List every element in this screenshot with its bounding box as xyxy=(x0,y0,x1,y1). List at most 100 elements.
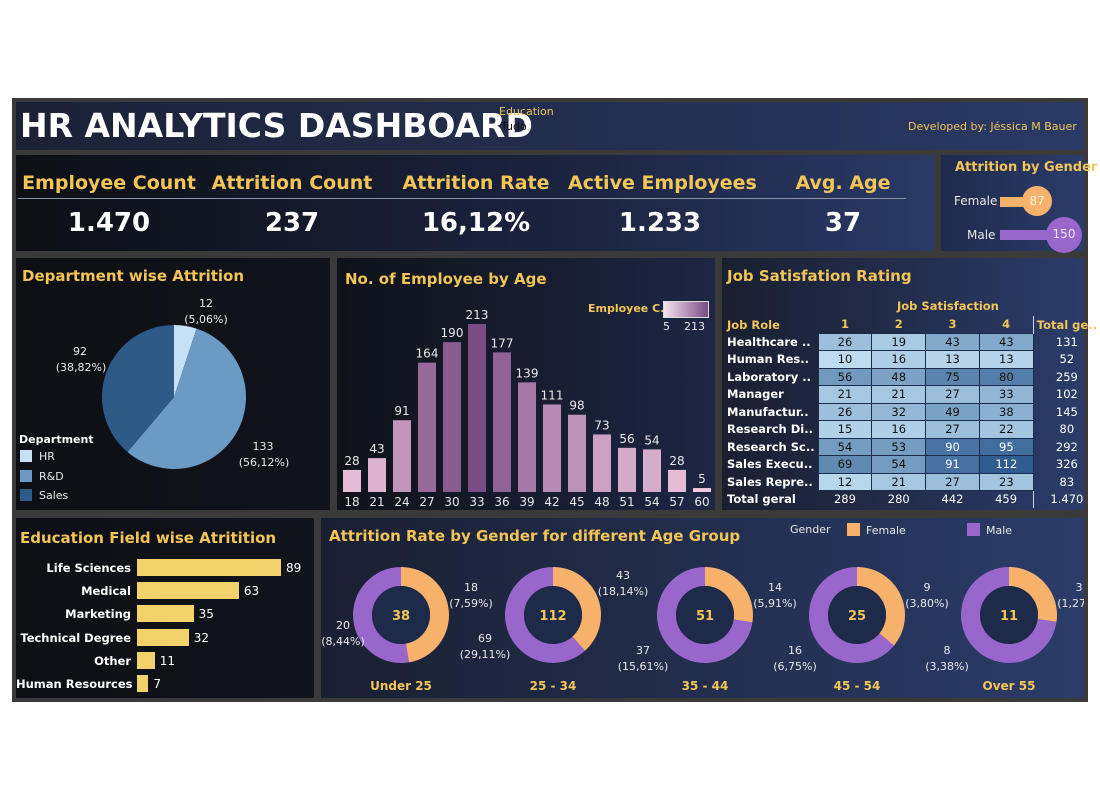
education-bar-value: 7 xyxy=(153,677,161,691)
female-pct: (18,14%) xyxy=(598,585,649,598)
satisfaction-cell: 32 xyxy=(871,402,927,421)
column-total-cell: 442 xyxy=(941,492,964,507)
satisfaction-cell: 48 xyxy=(871,367,927,386)
age-bar-chart: 28 18 43 21 91 24 164 27 190 30 213 33 177 36 139 39 111… xyxy=(343,308,711,509)
satisfaction-cell: 38 xyxy=(978,402,1034,421)
age-group-label: 45 - 54 xyxy=(834,679,881,693)
age-tick-label: 42 xyxy=(544,495,559,509)
job-satisfaction-title: Job Satisfation Rating xyxy=(727,267,912,285)
age-bar xyxy=(543,404,561,492)
satisfaction-cell: 21 xyxy=(871,385,927,404)
kpi-attrition-rate-label: Attrition Rate xyxy=(402,172,550,194)
male-pct: (29,11%) xyxy=(460,648,511,661)
job-role-cell: Sales Repre.. xyxy=(727,474,813,489)
male-pct: (6,75%) xyxy=(773,660,817,673)
male-value: 20 xyxy=(336,619,350,632)
age-bar-value: 177 xyxy=(491,336,514,350)
age-bar-value: 56 xyxy=(619,432,634,446)
row-total-cell: 102 xyxy=(1032,385,1100,403)
donut-total: 38 xyxy=(392,609,410,624)
kpi-employee-count-value: 1.470 xyxy=(67,208,151,238)
kpi-active-employees-value: 1.233 xyxy=(618,208,702,238)
satisfaction-cell: 16 xyxy=(871,350,927,369)
age-group-label: 25 - 34 xyxy=(530,679,577,693)
satisfaction-cell: 53 xyxy=(871,437,927,456)
male-pct: (3,38%) xyxy=(925,660,969,673)
age-bar-value: 43 xyxy=(369,442,384,456)
satisfaction-cell: 19 xyxy=(871,332,927,351)
job-role-cell: Research Sc.. xyxy=(727,439,815,454)
job-role-cell: Laboratory .. xyxy=(727,369,811,384)
dept-hr-value: 12 xyxy=(199,297,213,310)
job-satisfaction-table: Job Role 1 2 3 4 Total ge.. Healthcare .… xyxy=(724,316,1100,508)
satisfaction-cell: 12 xyxy=(817,472,873,491)
age-bar xyxy=(693,488,711,492)
age-tick-label: 57 xyxy=(669,495,684,509)
female-pct: (1,27%) xyxy=(1057,597,1084,610)
satisfaction-cell: 27 xyxy=(925,385,980,404)
table-row: Healthcare .. 26 19 43 43 131 xyxy=(724,332,1100,351)
table-row: Manufactur.. 26 32 49 38 145 xyxy=(724,402,1100,421)
satisfaction-cell: 21 xyxy=(871,472,927,491)
age-bar-value: 28 xyxy=(669,454,684,468)
job-role-cell: Manager xyxy=(727,387,784,402)
age-tick-label: 39 xyxy=(519,495,534,509)
total-label: Total geral xyxy=(727,492,796,506)
kpi-divider xyxy=(18,198,906,199)
satisfaction-cell: 26 xyxy=(817,402,873,421)
kpi-attrition-count-value: 237 xyxy=(264,208,320,238)
education-filter-value[interactable]: Tudo xyxy=(501,120,527,133)
female-value: 9 xyxy=(924,581,931,594)
satisfaction-cell: 13 xyxy=(925,350,980,369)
male-value: 69 xyxy=(478,632,492,645)
col-2: 2 xyxy=(894,317,903,332)
satisfaction-cell: 54 xyxy=(871,455,927,474)
education-bar-label: Technical Degree xyxy=(20,630,131,645)
table-row: Sales Execu.. 69 54 91 112 326 xyxy=(724,455,1100,474)
education-bar-label: Human Resources xyxy=(16,677,133,691)
dept-rnd-value: 133 xyxy=(252,440,274,453)
job-role-cell: Human Res.. xyxy=(727,352,809,367)
age-tick-label: 60 xyxy=(694,495,709,509)
education-bar-label: Other xyxy=(94,653,131,668)
table-row: Human Res.. 10 16 13 13 52 xyxy=(724,350,1100,369)
satisfaction-cell: 13 xyxy=(978,350,1034,369)
job-role-cell: Manufactur.. xyxy=(727,404,809,419)
col-total: Total ge.. xyxy=(1032,316,1100,333)
satisfaction-cell: 56 xyxy=(817,367,873,386)
age-bar xyxy=(518,382,536,492)
female-pct: (7,59%) xyxy=(449,597,493,610)
age-tick-label: 21 xyxy=(369,495,384,509)
age-bar-value: 98 xyxy=(569,399,584,413)
satisfaction-cell: 91 xyxy=(925,455,980,474)
table-row: Research Sc.. 54 53 90 95 292 xyxy=(724,437,1100,456)
male-pct: (15,61%) xyxy=(618,660,669,673)
female-value: 14 xyxy=(768,581,782,594)
education-bar-value: 35 xyxy=(198,607,214,622)
age-bar-value: 73 xyxy=(594,418,609,432)
col-4: 4 xyxy=(1002,317,1011,332)
satisfaction-cell: 21 xyxy=(817,385,873,404)
education-bar xyxy=(137,675,149,692)
column-total-cell: 1.470 xyxy=(1032,490,1100,508)
dept-legend-title: Department xyxy=(19,433,94,446)
age-tick-label: 51 xyxy=(619,495,634,509)
age-bar-value: 164 xyxy=(416,347,439,361)
age-tick-label: 30 xyxy=(444,495,459,509)
row-total-cell: 326 xyxy=(1032,455,1100,473)
job-role-cell: Healthcare .. xyxy=(727,334,811,349)
kpi-active-employees-label: Active Employees xyxy=(568,172,757,194)
age-tick-label: 45 xyxy=(569,495,584,509)
gender-female-label: Female xyxy=(954,194,998,208)
job-satisfaction-header: Job Satisfaction xyxy=(897,299,999,313)
table-total-row: Total geral 289 280 442 459 1.470 xyxy=(724,490,1100,508)
age-bar-value: 139 xyxy=(516,366,539,380)
age-bar xyxy=(493,352,511,492)
age-tick-label: 18 xyxy=(344,495,359,509)
age-tick-label: 24 xyxy=(394,495,409,509)
age-tick-label: 54 xyxy=(644,495,659,509)
col-1: 1 xyxy=(840,317,849,332)
satisfaction-cell: 33 xyxy=(978,385,1034,404)
kpi-attrition-count-label: Attrition Count xyxy=(211,172,373,194)
row-total-cell: 52 xyxy=(1032,350,1100,368)
